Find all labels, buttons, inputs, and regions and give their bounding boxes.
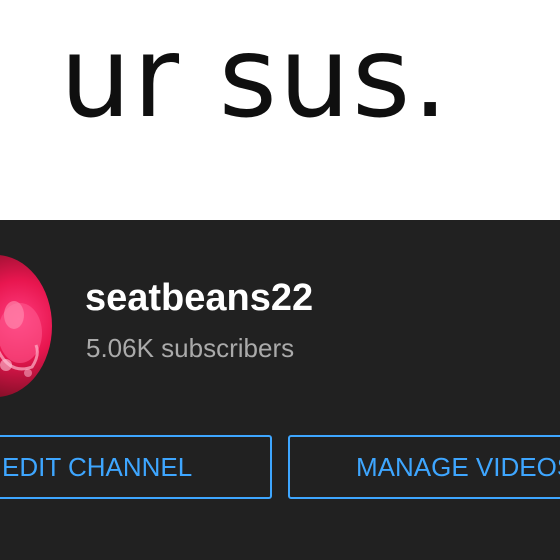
banner-text: ur sus. [60, 13, 450, 143]
edit-channel-button[interactable]: EDIT CHANNEL [0, 435, 272, 499]
subscriber-count: 5.06K subscribers [86, 333, 295, 363]
manage-videos-label: MANAGE VIDEOS [356, 452, 560, 482]
channel-banner: ur sus. [0, 0, 560, 220]
channel-name[interactable]: seatbeans22 [85, 277, 313, 320]
manage-videos-button[interactable]: MANAGE VIDEOS [288, 435, 560, 499]
avatar-image-icon [0, 301, 42, 377]
channel-avatar[interactable] [0, 255, 52, 397]
edit-channel-label: EDIT CHANNEL [2, 452, 193, 482]
channel-header: seatbeans22 5.06K subscribers EDIT CHANN… [0, 220, 560, 560]
